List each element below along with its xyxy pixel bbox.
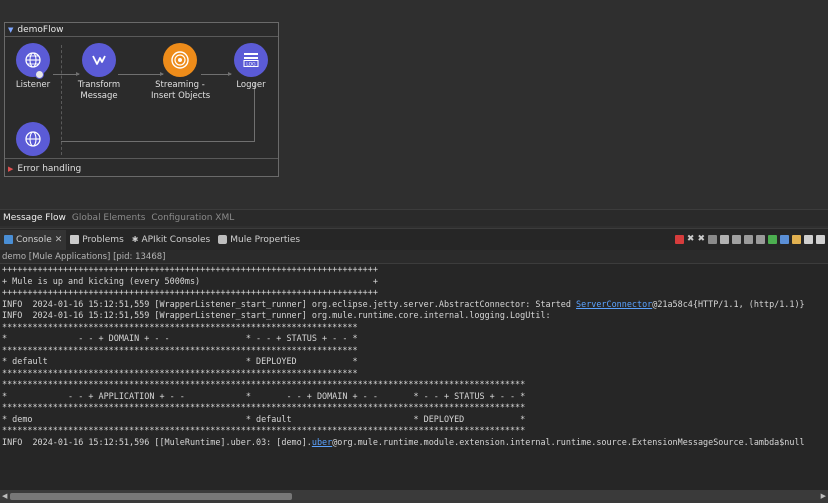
open-console-icon[interactable] xyxy=(792,235,801,244)
flow-header[interactable]: ▼ demoFlow xyxy=(5,23,278,37)
server-connector-link[interactable]: ServerConnector xyxy=(576,299,652,309)
maximize-icon[interactable] xyxy=(816,235,825,244)
uber-link[interactable]: uber xyxy=(312,437,332,447)
editor-tab-bar: Message Flow Global Elements Configurati… xyxy=(0,209,828,226)
console-line: ****************************************… xyxy=(2,379,526,389)
svg-text:LOG: LOG xyxy=(246,62,256,68)
collapse-triangle-icon[interactable]: ▼ xyxy=(8,26,13,34)
tab-label: Problems xyxy=(82,234,124,245)
console-line: * default * DEPLOYED * xyxy=(2,356,358,366)
transform-message-node[interactable]: Transform Message xyxy=(75,43,123,102)
streaming-insert-objects-node[interactable]: Streaming - Insert Objects xyxy=(151,43,211,102)
console-line: INFO 2024-01-16 15:12:51,596 [[MuleRunti… xyxy=(2,436,805,447)
console-line: ****************************************… xyxy=(2,402,526,412)
tab-console[interactable]: Console ✕ xyxy=(0,229,67,250)
remove-all-icon[interactable]: ✖ xyxy=(697,235,705,244)
tab-message-flow[interactable]: Message Flow xyxy=(0,213,69,223)
logger-node[interactable]: LOG Logger xyxy=(229,43,273,91)
tab-label: Console xyxy=(16,234,52,245)
console-line: ****************************************… xyxy=(2,344,358,355)
scrollbar-thumb[interactable] xyxy=(10,493,292,500)
console-line: ++++++++++++++++++++++++++++++++++++++++… xyxy=(2,264,378,274)
console-line: ++++++++++++++++++++++++++++++++++++++++… xyxy=(2,287,378,297)
view-tab-bar: Console ✕ Problems ✱ APIkit Consoles Mul… xyxy=(0,228,828,250)
console-line: INFO 2024-01-16 15:12:51,559 [WrapperLis… xyxy=(2,310,551,320)
word-wrap-icon[interactable] xyxy=(732,235,741,244)
apikit-icon: ✱ xyxy=(131,235,139,244)
listener-node[interactable]: Listener xyxy=(11,43,55,91)
node-label: Transform Message xyxy=(77,80,121,101)
horizontal-scrollbar[interactable]: ◀ ▶ xyxy=(0,490,828,503)
tab-label: APIkit Consoles xyxy=(141,234,211,245)
clear-console-icon[interactable] xyxy=(708,235,717,244)
console-line: ****************************************… xyxy=(2,425,526,435)
scroll-lock-icon[interactable] xyxy=(720,235,729,244)
console-line: + Mule is up and kicking (every 5000ms) … xyxy=(2,275,378,286)
console-line: ****************************************… xyxy=(2,321,358,332)
terminate-icon[interactable] xyxy=(674,235,684,244)
tab-problems[interactable]: Problems xyxy=(66,230,127,250)
salesforce-stream-icon xyxy=(163,43,197,77)
listener-response-node[interactable] xyxy=(16,122,50,156)
scroll-left-icon[interactable]: ◀ xyxy=(2,492,7,500)
console-line: * demo * default * DEPLOYED * xyxy=(2,413,526,424)
globe-icon xyxy=(16,122,50,156)
tab-configuration-xml[interactable]: Configuration XML xyxy=(148,213,237,223)
flow-canvas: ▼ demoFlow Listener Transform Message St… xyxy=(0,0,828,209)
remove-launch-icon[interactable]: ✖ xyxy=(687,235,695,244)
pin-console-icon[interactable] xyxy=(768,235,777,244)
properties-icon xyxy=(218,235,228,244)
expand-triangle-icon[interactable]: ▶ xyxy=(8,165,13,173)
transform-icon xyxy=(82,43,116,77)
console-line: * - - + DOMAIN + - - * - - + STATUS + - … xyxy=(2,333,358,343)
tab-global-elements[interactable]: Global Elements xyxy=(69,213,149,223)
node-label: Logger xyxy=(236,80,266,90)
tab-mule-properties[interactable]: Mule Properties xyxy=(214,230,304,250)
problems-icon xyxy=(70,235,80,244)
close-icon[interactable]: ✕ xyxy=(55,235,63,245)
flow-name: demoFlow xyxy=(17,24,64,35)
node-label: Listener xyxy=(15,80,51,90)
console-line: INFO 2024-01-16 15:12:51,559 [WrapperLis… xyxy=(2,298,805,309)
node-label: Streaming - Insert Objects xyxy=(151,80,211,101)
flow-process-area: Listener Transform Message Streaming - I… xyxy=(5,37,278,159)
console-title: demo [Mule Applications] [pid: 13468] xyxy=(0,250,828,264)
tab-label: Mule Properties xyxy=(230,234,301,245)
console-icon xyxy=(4,235,13,244)
minimize-icon[interactable] xyxy=(804,235,813,244)
console-line: ****************************************… xyxy=(2,367,358,378)
flow-container[interactable]: ▼ demoFlow Listener Transform Message St… xyxy=(4,22,279,177)
show-on-stdout-icon[interactable] xyxy=(744,235,753,244)
show-on-stderr-icon[interactable] xyxy=(756,235,765,244)
error-handling-section[interactable]: ▶ Error handling xyxy=(5,160,81,177)
status-badge xyxy=(35,70,44,79)
globe-icon xyxy=(16,43,50,77)
tab-apikit-consoles[interactable]: ✱ APIkit Consoles xyxy=(128,230,214,250)
console-output[interactable]: ++++++++++++++++++++++++++++++++++++++++… xyxy=(0,264,828,490)
display-console-icon[interactable] xyxy=(780,235,789,244)
error-handling-label: Error handling xyxy=(17,163,82,174)
console-line: * - - + APPLICATION + - - * - - + DOMAIN… xyxy=(2,390,526,401)
scroll-right-icon[interactable]: ▶ xyxy=(821,492,826,500)
console-toolbar: ✖ ✖ xyxy=(674,235,828,244)
logger-icon: LOG xyxy=(234,43,268,77)
